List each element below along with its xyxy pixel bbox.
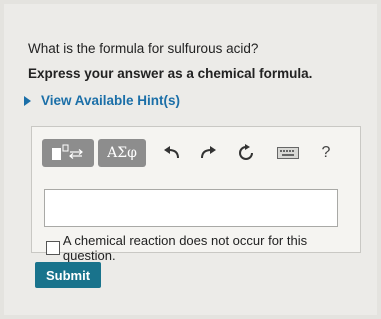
- question-text: What is the formula for sulfurous acid?: [28, 41, 259, 56]
- template-icon: [52, 144, 83, 160]
- answer-input[interactable]: [44, 189, 338, 227]
- help-icon: ?: [321, 144, 331, 161]
- reset-button[interactable]: [232, 139, 260, 167]
- question-card: What is the formula for sulfurous acid? …: [4, 4, 377, 315]
- help-button[interactable]: ?: [312, 139, 340, 167]
- view-hints-link[interactable]: View Available Hint(s): [24, 93, 180, 108]
- template-button[interactable]: [42, 139, 94, 167]
- no-reaction-label: A chemical reaction does not occur for t…: [62, 233, 308, 263]
- answer-instruction: Express your answer as a chemical formul…: [28, 66, 313, 81]
- no-reaction-option[interactable]: A chemical reaction does not occur for t…: [46, 233, 360, 263]
- editor-toolbar: ΑΣφ ?: [42, 139, 340, 167]
- redo-icon: [201, 146, 216, 159]
- answer-editor-panel: ΑΣφ ? A chemical reaction does not occur…: [31, 126, 361, 263]
- submit-button[interactable]: Submit: [35, 262, 101, 288]
- triangle-right-icon: [24, 95, 31, 106]
- no-reaction-checkbox[interactable]: [46, 241, 60, 255]
- greek-symbols-button[interactable]: ΑΣφ: [98, 139, 146, 167]
- undo-button[interactable]: [158, 139, 186, 167]
- undo-icon: [164, 146, 179, 159]
- redo-button[interactable]: [194, 139, 222, 167]
- view-hints-label: View Available Hint(s): [41, 93, 181, 108]
- reset-icon: [239, 144, 253, 160]
- keyboard-button[interactable]: [274, 139, 302, 167]
- keyboard-icon: [277, 147, 299, 159]
